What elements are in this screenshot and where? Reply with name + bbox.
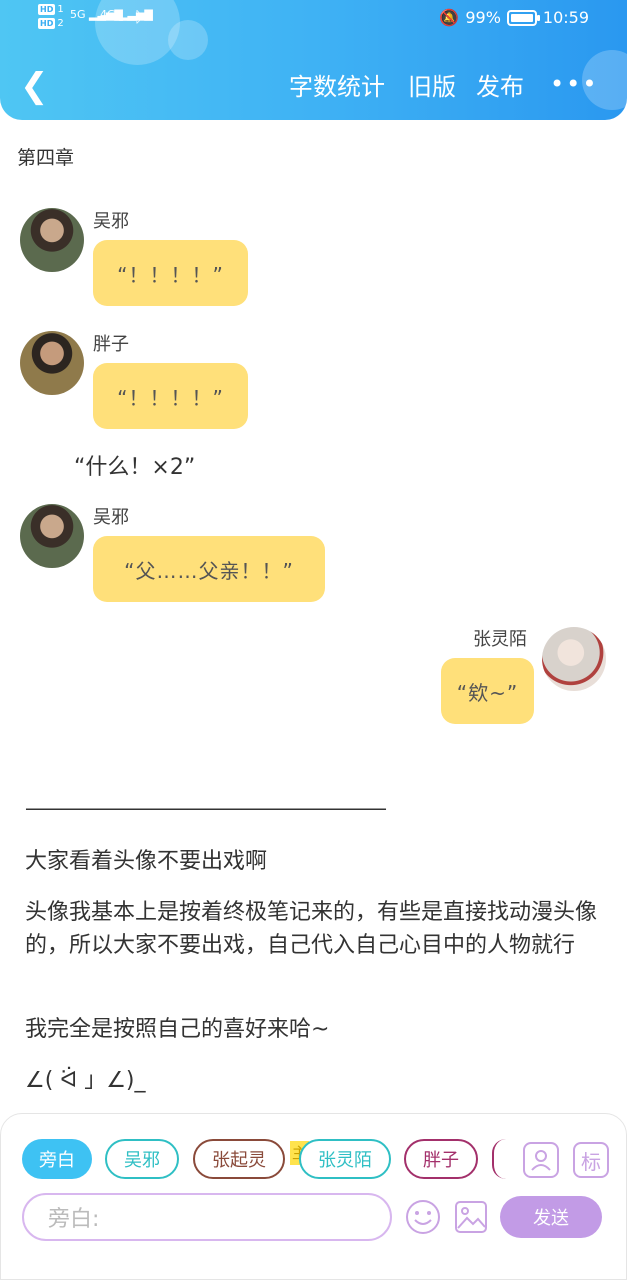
old-version-button[interactable]: 旧版	[408, 72, 456, 102]
app-screen: HD 1 HD 2 5G ▂▃▅▇ 4G ▂▃▅▇ ᛒ 🔕 99% 10:59 ❮ …	[0, 0, 627, 1280]
bluetooth-icon: ᛒ	[134, 8, 144, 26]
decor-bubble	[168, 20, 208, 60]
chapter-title: 第四章	[17, 147, 75, 169]
battery-fill	[510, 13, 533, 22]
word-count-button[interactable]: 字数统计	[289, 72, 385, 102]
top-header: HD 1 HD 2 5G ▂▃▅▇ 4G ▂▃▅▇ ᛒ 🔕 99% 10:59 ❮ …	[0, 0, 627, 120]
network-label: 5G	[70, 8, 86, 21]
person-icon	[531, 1150, 551, 1171]
hd-badge: HD	[38, 4, 56, 15]
image-icon[interactable]	[453, 1199, 489, 1235]
battery-percent: 99%	[465, 8, 501, 27]
role-chip-zhanglingmo[interactable]: 张灵陌	[299, 1139, 391, 1179]
author-note[interactable]: 头像我基本上是按着终极笔记来的，有些是直接找动漫头像的，所以大家不要出戏，自己代…	[25, 896, 605, 962]
publish-button[interactable]: 发布	[476, 72, 524, 102]
clock: 10:59	[542, 8, 589, 27]
mark-button[interactable]: 标	[573, 1142, 609, 1178]
message-input[interactable]: 旁白:	[22, 1193, 392, 1241]
system-status: 🔕 99% 10:59	[439, 8, 589, 27]
role-chip-narrator[interactable]: 旁白	[22, 1139, 92, 1179]
network-label: 4G	[100, 8, 116, 21]
role-chip-pangzi[interactable]: 胖子	[404, 1139, 478, 1179]
avatar[interactable]	[20, 208, 84, 272]
author-note[interactable]: 我完全是按照自己的喜好来哈~	[25, 1013, 605, 1046]
speaker-name: 吴邪	[93, 211, 129, 232]
avatar[interactable]	[20, 504, 84, 568]
chat-bubble[interactable]: “！！！！”	[93, 363, 248, 429]
sim2-label: 2	[57, 18, 64, 29]
chat-bubble[interactable]: “！！！！”	[93, 240, 248, 306]
role-chip-partial[interactable]	[492, 1139, 506, 1179]
character-manage-icon[interactable]	[523, 1142, 559, 1178]
narration-text[interactable]: “什么！×2”	[74, 449, 195, 481]
smiley-icon	[406, 1200, 440, 1234]
more-menu-icon[interactable]: •••	[550, 70, 598, 98]
back-chevron-icon[interactable]: ❮	[20, 68, 49, 104]
mute-bell-icon: 🔕	[439, 8, 460, 27]
role-chip-wuxie[interactable]: 吴邪	[105, 1139, 179, 1179]
avatar[interactable]	[542, 627, 606, 691]
signal-icon: 4G ▂▃▅▇	[100, 8, 153, 21]
sim1-label: 1	[57, 4, 64, 15]
speaker-name: 吴邪	[93, 507, 129, 528]
avatar[interactable]	[20, 331, 84, 395]
speaker-name: 张灵陌	[473, 629, 527, 650]
author-note[interactable]: ∠( ᐛ 」∠)_	[25, 1064, 605, 1097]
chat-bubble[interactable]: “欸~”	[441, 658, 534, 724]
picture-icon	[455, 1201, 487, 1233]
speaker-name: 胖子	[93, 334, 129, 355]
sim-status: HD 1 HD 2	[38, 4, 64, 29]
hd-badge: HD	[38, 18, 56, 29]
section-divider: ————————————————————	[25, 796, 387, 820]
emoji-icon[interactable]	[405, 1199, 441, 1235]
role-chip-zhangqiling[interactable]: 张起灵	[193, 1139, 285, 1179]
chat-bubble[interactable]: “父……父亲！！”	[93, 536, 325, 602]
battery-icon	[506, 9, 540, 26]
send-button[interactable]: 发送	[500, 1196, 602, 1238]
author-note[interactable]: 大家看着头像不要出戏啊	[25, 845, 605, 878]
